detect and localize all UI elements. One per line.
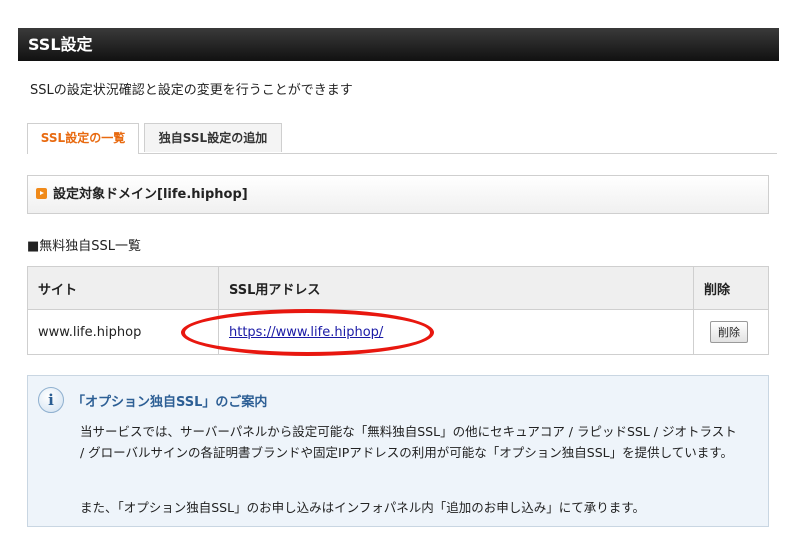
page-title: SSL設定 bbox=[18, 28, 779, 61]
page-description: SSLの設定状況確認と設定の変更を行うことができます bbox=[30, 83, 353, 98]
tab-bar: SSL設定の一覧 独自SSL設定の追加 bbox=[27, 123, 777, 154]
target-domain-box: 設定対象ドメイン[life.hiphop] bbox=[27, 175, 769, 214]
orange-arrow-square-icon bbox=[36, 188, 47, 199]
ssl-table: サイト SSL用アドレス 削除 www.life.hiphop https://… bbox=[27, 266, 769, 355]
ssl-list-title: ■無料独自SSL一覧 bbox=[27, 239, 142, 254]
table-row: www.life.hiphop https://www.life.hiphop/… bbox=[27, 309, 769, 355]
delete-button[interactable]: 削除 bbox=[710, 321, 748, 343]
info-icon: i bbox=[38, 387, 64, 413]
site-cell: www.life.hiphop bbox=[27, 309, 219, 355]
column-header-site: サイト bbox=[27, 266, 219, 310]
tab-add-ssl[interactable]: 独自SSL設定の追加 bbox=[144, 123, 282, 152]
column-header-delete: 削除 bbox=[693, 266, 769, 310]
delete-cell: 削除 bbox=[693, 309, 769, 355]
column-header-ssl-address: SSL用アドレス bbox=[218, 266, 694, 310]
info-title: 「オプション独自SSL」のご案内 bbox=[72, 395, 268, 410]
info-paragraph-2: また、「オプション独自SSL」のお申し込みはインフォパネル内「追加のお申し込み」… bbox=[80, 500, 645, 515]
target-domain-label: 設定対象ドメイン[life.hiphop] bbox=[53, 187, 248, 202]
table-header-row: サイト SSL用アドレス 削除 bbox=[27, 266, 769, 310]
tab-ssl-list[interactable]: SSL設定の一覧 bbox=[27, 123, 139, 154]
ssl-address-link[interactable]: https://www.life.hiphop/ bbox=[229, 325, 383, 340]
info-paragraph-1: 当サービスでは、サーバーパネルから設定可能な「無料独自SSL」の他にセキュアコア… bbox=[80, 424, 737, 460]
ssl-address-cell: https://www.life.hiphop/ bbox=[218, 309, 694, 355]
option-ssl-info-box: i 「オプション独自SSL」のご案内 当サービスでは、サーバーパネルから設定可能… bbox=[27, 375, 769, 527]
